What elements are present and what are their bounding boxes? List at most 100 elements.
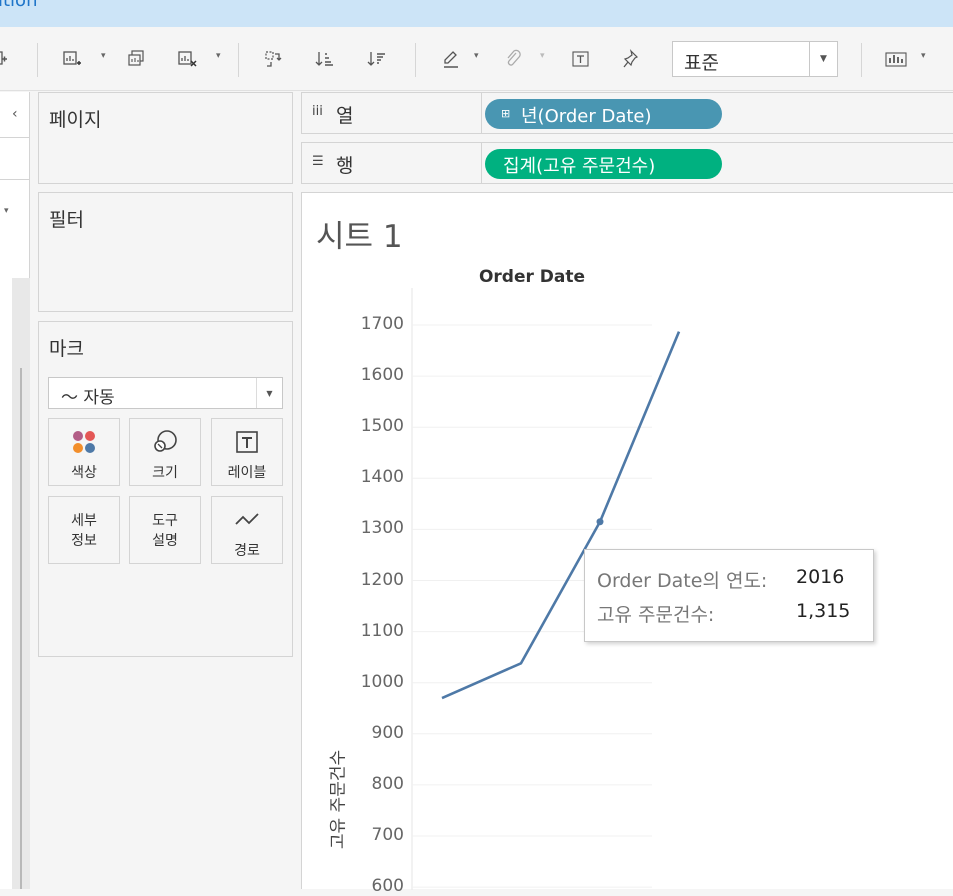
show-me-icon[interactable]	[884, 47, 908, 71]
rows-shelf-label: ☰ 행	[302, 143, 482, 183]
y-axis-title-text: 고유 주문건수	[324, 725, 349, 875]
data-point-2016[interactable]	[597, 518, 604, 525]
expand-icon[interactable]: ⊞	[501, 107, 510, 120]
chart-header-order-date[interactable]: Order Date	[412, 267, 652, 287]
y-tick-label: 600	[344, 876, 404, 896]
view-canvas[interactable]: 시트 1 Order Date 고유 주문건수 6007008009001000…	[301, 192, 953, 889]
filters-card-title: 필터	[49, 205, 84, 232]
chevron-down-icon[interactable]: ▼	[256, 378, 282, 408]
tooltip-count-value: 1,315	[796, 600, 850, 622]
y-tick-label: 900	[344, 723, 404, 743]
detail-label-line-1: 세부	[49, 511, 119, 531]
y-tick-label: 1500	[344, 416, 404, 436]
sort-descending-icon[interactable]	[366, 47, 388, 71]
y-tick-label: 1600	[344, 365, 404, 385]
size-button[interactable]: 크기	[129, 418, 201, 486]
chevron-down-icon[interactable]: ▾	[216, 51, 221, 61]
y-tick-label: 1000	[344, 672, 404, 692]
sort-ascending-icon[interactable]	[314, 47, 336, 71]
text-label-icon	[212, 429, 282, 455]
label-button-label: 레이블	[212, 465, 282, 482]
chevron-left-icon[interactable]: ‹	[12, 106, 18, 122]
tooltip-year-value: 2016	[796, 566, 844, 588]
y-tick-label: 700	[344, 825, 404, 845]
label-button[interactable]: 레이블	[211, 418, 283, 486]
size-icon	[130, 429, 200, 455]
toolbar-separator	[861, 43, 862, 77]
chevron-down-icon[interactable]: ▾	[540, 51, 545, 61]
chevron-down-icon[interactable]: ▾	[474, 51, 479, 61]
marks-card-title: 마크	[49, 334, 84, 361]
swap-rows-columns-icon[interactable]	[262, 47, 284, 71]
scrollbar-thumb[interactable]	[20, 368, 22, 889]
data-pane-collapsed: ‹ ▾	[0, 92, 30, 889]
rows-icon: ☰	[312, 154, 324, 169]
fit-select[interactable]: 표준 ▼	[672, 41, 838, 77]
tooltip-label-line-1: 도구	[130, 511, 200, 531]
mark-type-value: 〜 자동	[61, 383, 115, 408]
scrollbar[interactable]	[12, 278, 30, 889]
marks-card: 마크 〜 자동 ▼ 색상 크기 레이블 세부 정보 도구 설명	[38, 321, 293, 657]
sheet-title: 시트 1	[316, 211, 403, 256]
columns-label: 열	[336, 101, 353, 128]
show-labels-icon[interactable]	[570, 47, 592, 71]
detail-button-label: 세부 정보	[49, 511, 119, 551]
filters-card[interactable]: 필터	[38, 192, 293, 312]
fix-axes-icon[interactable]	[620, 47, 642, 71]
chevron-down-icon[interactable]: ▾	[101, 51, 106, 61]
pages-card-title: 페이지	[49, 105, 101, 132]
tooltip-row-year: Order Date의 연도: 2016	[597, 566, 767, 593]
highlight-icon[interactable]	[440, 47, 462, 71]
color-button-label: 색상	[49, 465, 119, 482]
path-icon	[212, 507, 282, 533]
duplicate-sheet-icon[interactable]	[126, 47, 148, 71]
size-button-label: 크기	[130, 465, 200, 482]
toolbar-separator	[37, 43, 38, 77]
y-tick-label: 800	[344, 774, 404, 794]
columns-shelf-label: iii 열	[302, 93, 482, 133]
y-tick-label: 1300	[344, 518, 404, 538]
fit-select-value: 표준	[684, 48, 719, 75]
columns-pill-label: 년(Order Date)	[521, 102, 652, 128]
columns-pill-order-date[interactable]: ⊞ 년(Order Date)	[485, 99, 722, 129]
tooltip-button[interactable]: 도구 설명	[129, 496, 201, 564]
columns-shelf[interactable]: iii 열 ⊞ 년(Order Date)	[301, 92, 953, 134]
window-title: ition	[0, 0, 37, 11]
rows-shelf[interactable]: ☰ 행 집계(고유 주문건수)	[301, 142, 953, 184]
tooltip-count-key: 고유 주문건수:	[597, 604, 714, 626]
detail-label-line-2: 정보	[49, 531, 119, 551]
tooltip-row-count: 고유 주문건수: 1,315	[597, 600, 714, 627]
chevron-down-icon[interactable]: ▾	[921, 51, 926, 61]
add-data-source-icon[interactable]	[0, 47, 8, 71]
color-icon	[49, 429, 119, 455]
group-icon[interactable]	[502, 47, 524, 71]
rows-label: 행	[336, 151, 353, 178]
color-button[interactable]: 색상	[48, 418, 120, 486]
detail-button[interactable]: 세부 정보	[48, 496, 120, 564]
toolbar: ▾ ▾ ▾ ▾ 표준 ▼ ▾	[0, 27, 953, 91]
new-worksheet-icon[interactable]	[60, 47, 84, 71]
toolbar-separator	[415, 43, 416, 77]
rows-pill-label: 집계(고유 주문건수)	[503, 152, 655, 178]
tooltip-popup: Order Date의 연도: 2016 고유 주문건수: 1,315	[584, 549, 874, 642]
y-tick-label: 1400	[344, 467, 404, 487]
series-line[interactable]	[442, 332, 679, 698]
pages-card[interactable]: 페이지	[38, 92, 293, 184]
y-tick-label: 1200	[344, 570, 404, 590]
tooltip-label-line-2: 설명	[130, 531, 200, 551]
toolbar-separator	[238, 43, 239, 77]
columns-icon: iii	[312, 104, 323, 119]
mark-type-select[interactable]: 〜 자동 ▼	[48, 377, 283, 409]
y-tick-label: 1700	[344, 314, 404, 334]
path-button-label: 경로	[212, 543, 282, 560]
chevron-down-icon[interactable]: ▾	[4, 206, 9, 216]
y-tick-label: 1100	[344, 621, 404, 641]
tooltip-button-label: 도구 설명	[130, 511, 200, 551]
data-source-row[interactable]	[0, 138, 30, 180]
chevron-down-icon[interactable]: ▼	[809, 42, 837, 76]
path-button[interactable]: 경로	[211, 496, 283, 564]
rows-pill-distinct-orders[interactable]: 집계(고유 주문건수)	[485, 149, 722, 179]
title-bar: ition	[0, 0, 953, 27]
tooltip-year-key: Order Date의 연도:	[597, 570, 767, 592]
clear-sheet-icon[interactable]	[176, 47, 200, 71]
